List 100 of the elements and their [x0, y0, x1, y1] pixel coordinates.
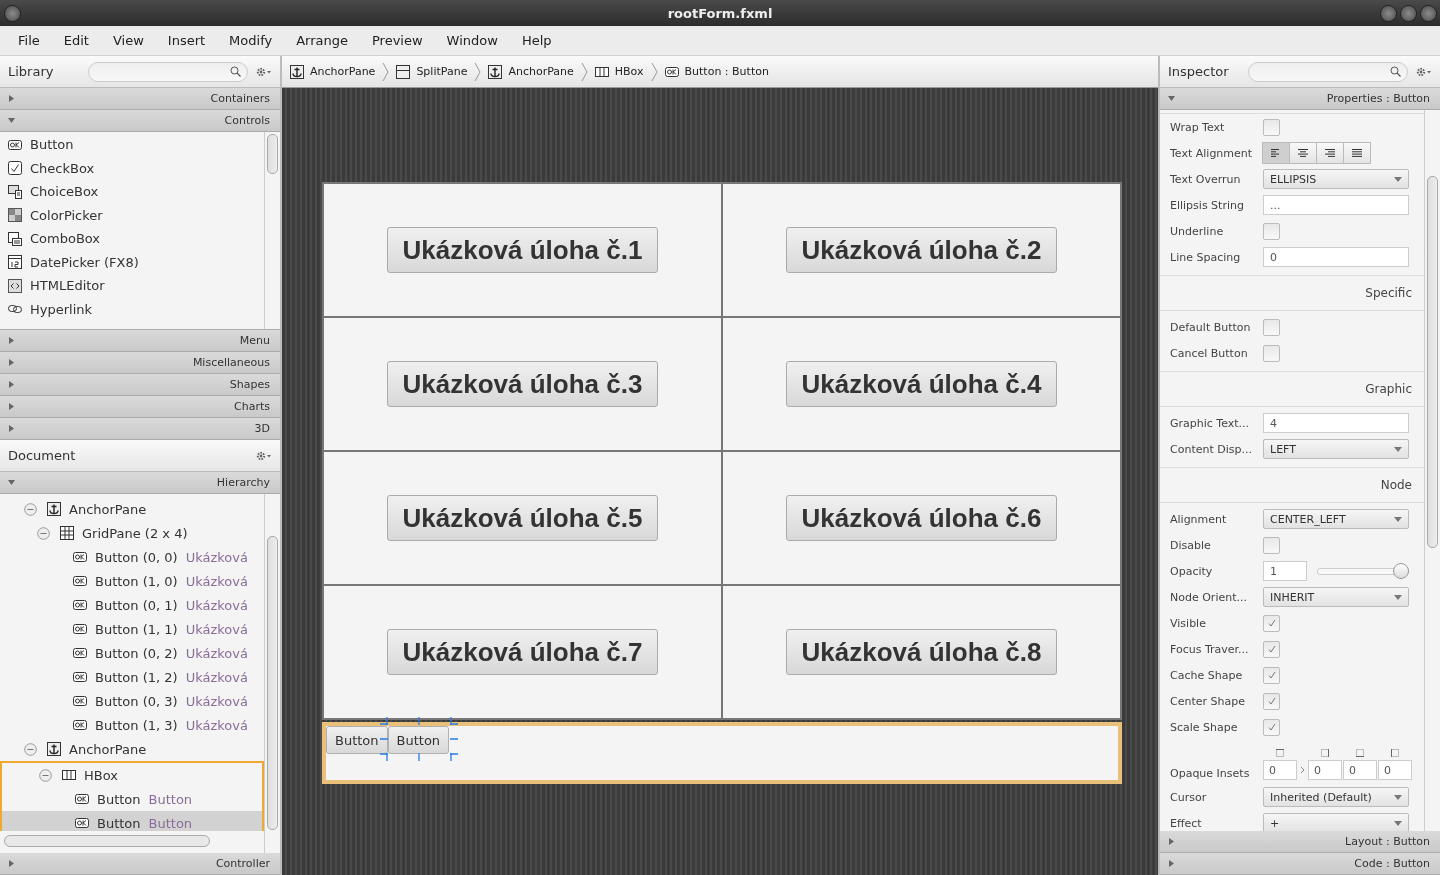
dropdown[interactable]: +	[1263, 813, 1409, 831]
tree-item[interactable]: Button (0, 1) Ukázková	[0, 593, 264, 617]
tree-item[interactable]: Button Button	[2, 787, 262, 811]
scrollbar[interactable]	[264, 132, 280, 329]
section-header[interactable]: Charts	[0, 396, 280, 418]
expand-triangle-icon[interactable]	[8, 95, 15, 102]
breadcrumb-item[interactable]: AnchorPane	[488, 64, 574, 79]
menu-item[interactable]: Help	[509, 33, 564, 48]
section-header[interactable]: Shapes	[0, 374, 280, 396]
tree-item[interactable]: Button (1, 0) Ukázková	[0, 569, 264, 593]
tree-item[interactable]: Button (1, 1) Ukázková	[0, 617, 264, 641]
menu-item[interactable]: View	[100, 33, 156, 48]
task-button[interactable]: Ukázková úloha č.2	[785, 227, 1058, 273]
tree-item[interactable]: Button (0, 2) Ukázková	[0, 641, 264, 665]
menu-item[interactable]: Window	[434, 33, 510, 48]
library-item[interactable]: Hyperlink	[0, 297, 264, 321]
breadcrumb-item[interactable]: HBox	[594, 64, 644, 79]
align-button[interactable]	[1343, 142, 1371, 164]
breadcrumb-item[interactable]: AnchorPane	[290, 64, 376, 79]
selection-handles-drawing[interactable]	[378, 716, 459, 762]
breadcrumb-item[interactable]: SplitPane	[396, 64, 468, 79]
library-item[interactable]: ChoiceBox	[0, 180, 264, 204]
tree-item[interactable]: HBox	[2, 763, 262, 787]
task-button[interactable]: Ukázková úloha č.3	[386, 361, 659, 407]
collapse-triangle-icon[interactable]	[8, 479, 15, 486]
maximize-button[interactable]	[1400, 5, 1417, 22]
expand-triangle-icon[interactable]	[8, 381, 15, 388]
library-item[interactable]: ColorPicker	[0, 203, 264, 227]
expand-triangle-icon[interactable]	[1168, 860, 1175, 867]
collapse-icon[interactable]	[39, 768, 52, 782]
collapse-triangle-icon[interactable]	[8, 117, 15, 124]
text-field[interactable]: 0	[1263, 760, 1297, 780]
tree-item[interactable]: GridPane (2 x 4)	[0, 521, 264, 545]
text-field[interactable]: 0	[1343, 760, 1377, 780]
tree-item[interactable]: Button (0, 0) Ukázková	[0, 545, 264, 569]
task-button[interactable]: Ukázková úloha č.4	[785, 361, 1058, 407]
tree-item[interactable]: Button (1, 2) Ukázková	[0, 665, 264, 689]
scrollbar[interactable]	[264, 494, 280, 853]
library-item[interactable]: DatePicker (FX8)	[0, 250, 264, 274]
expand-triangle-icon[interactable]	[8, 403, 15, 410]
tree-item[interactable]: AnchorPane	[0, 737, 264, 761]
align-button[interactable]	[1289, 142, 1317, 164]
checkbox[interactable]	[1263, 718, 1280, 736]
button[interactable]: Button	[326, 726, 388, 754]
button[interactable]: Button	[387, 726, 450, 754]
collapse-icon[interactable]	[24, 502, 37, 516]
text-field[interactable]: 4	[1263, 413, 1409, 433]
section-header[interactable]: Hierarchy	[0, 472, 280, 494]
menu-item[interactable]: Insert	[155, 33, 218, 48]
section-header[interactable]: Containers	[0, 88, 280, 110]
breadcrumb-item[interactable]: Button : Button	[664, 64, 769, 79]
align-button[interactable]	[1262, 142, 1290, 164]
section-header[interactable]: Code : Button	[1160, 853, 1440, 875]
checkbox[interactable]	[1263, 118, 1280, 136]
dropdown[interactable]: LEFT	[1263, 439, 1409, 459]
library-item[interactable]: HTMLEditor	[0, 274, 264, 298]
dropdown[interactable]: Inherited (Default)	[1263, 787, 1409, 807]
text-field[interactable]: 1	[1263, 561, 1307, 581]
task-button[interactable]: Ukázková úloha č.8	[785, 629, 1058, 675]
library-item[interactable]: Button	[0, 133, 264, 157]
section-header[interactable]: Menu	[0, 330, 280, 352]
collapse-triangle-icon[interactable]	[1168, 95, 1175, 102]
text-field[interactable]: 0	[1378, 760, 1412, 780]
text-field[interactable]: 0	[1308, 760, 1342, 780]
slider-thumb[interactable]	[1393, 563, 1409, 579]
dropdown[interactable]: ELLIPSIS	[1263, 169, 1409, 189]
settings-icon[interactable]	[256, 450, 272, 461]
scrollbar[interactable]	[1424, 110, 1440, 831]
checkbox[interactable]	[1263, 692, 1280, 710]
section-header[interactable]: Controls	[0, 110, 280, 132]
library-item[interactable]: ComboBox	[0, 227, 264, 251]
checkbox[interactable]	[1263, 536, 1280, 554]
collapse-icon[interactable]	[37, 526, 50, 540]
window-button[interactable]	[4, 5, 21, 22]
expand-triangle-icon[interactable]	[8, 337, 15, 344]
section-header[interactable]: Properties : Button	[1160, 88, 1440, 110]
dropdown[interactable]: CENTER_LEFT	[1263, 509, 1409, 529]
library-item[interactable]: CheckBox	[0, 156, 264, 180]
checkbox[interactable]	[1263, 344, 1280, 362]
expand-triangle-icon[interactable]	[8, 860, 15, 867]
task-button[interactable]: Ukázková úloha č.6	[785, 495, 1058, 541]
search-field[interactable]	[88, 61, 248, 82]
text-field[interactable]: ...	[1263, 195, 1409, 215]
close-button[interactable]	[1420, 5, 1437, 22]
expand-triangle-icon[interactable]	[8, 359, 15, 366]
task-button[interactable]: Ukázková úloha č.1	[386, 227, 659, 273]
settings-icon[interactable]	[256, 66, 272, 77]
menu-item[interactable]: Preview	[360, 33, 435, 48]
checkbox[interactable]	[1263, 640, 1280, 658]
menu-item[interactable]: Modify	[217, 33, 285, 48]
search-field[interactable]	[1248, 61, 1408, 82]
task-button[interactable]: Ukázková úloha č.7	[386, 629, 659, 675]
section-header[interactable]: Layout : Button	[1160, 831, 1440, 853]
task-button[interactable]: Ukázková úloha č.5	[386, 495, 659, 541]
expand-triangle-icon[interactable]	[8, 425, 15, 432]
section-header[interactable]: Controller	[0, 853, 280, 875]
menu-item[interactable]: Edit	[51, 33, 101, 48]
scrollbar[interactable]	[4, 835, 210, 847]
slider[interactable]	[1317, 562, 1409, 580]
tree-item[interactable]: Button (0, 3) Ukázková	[0, 689, 264, 713]
